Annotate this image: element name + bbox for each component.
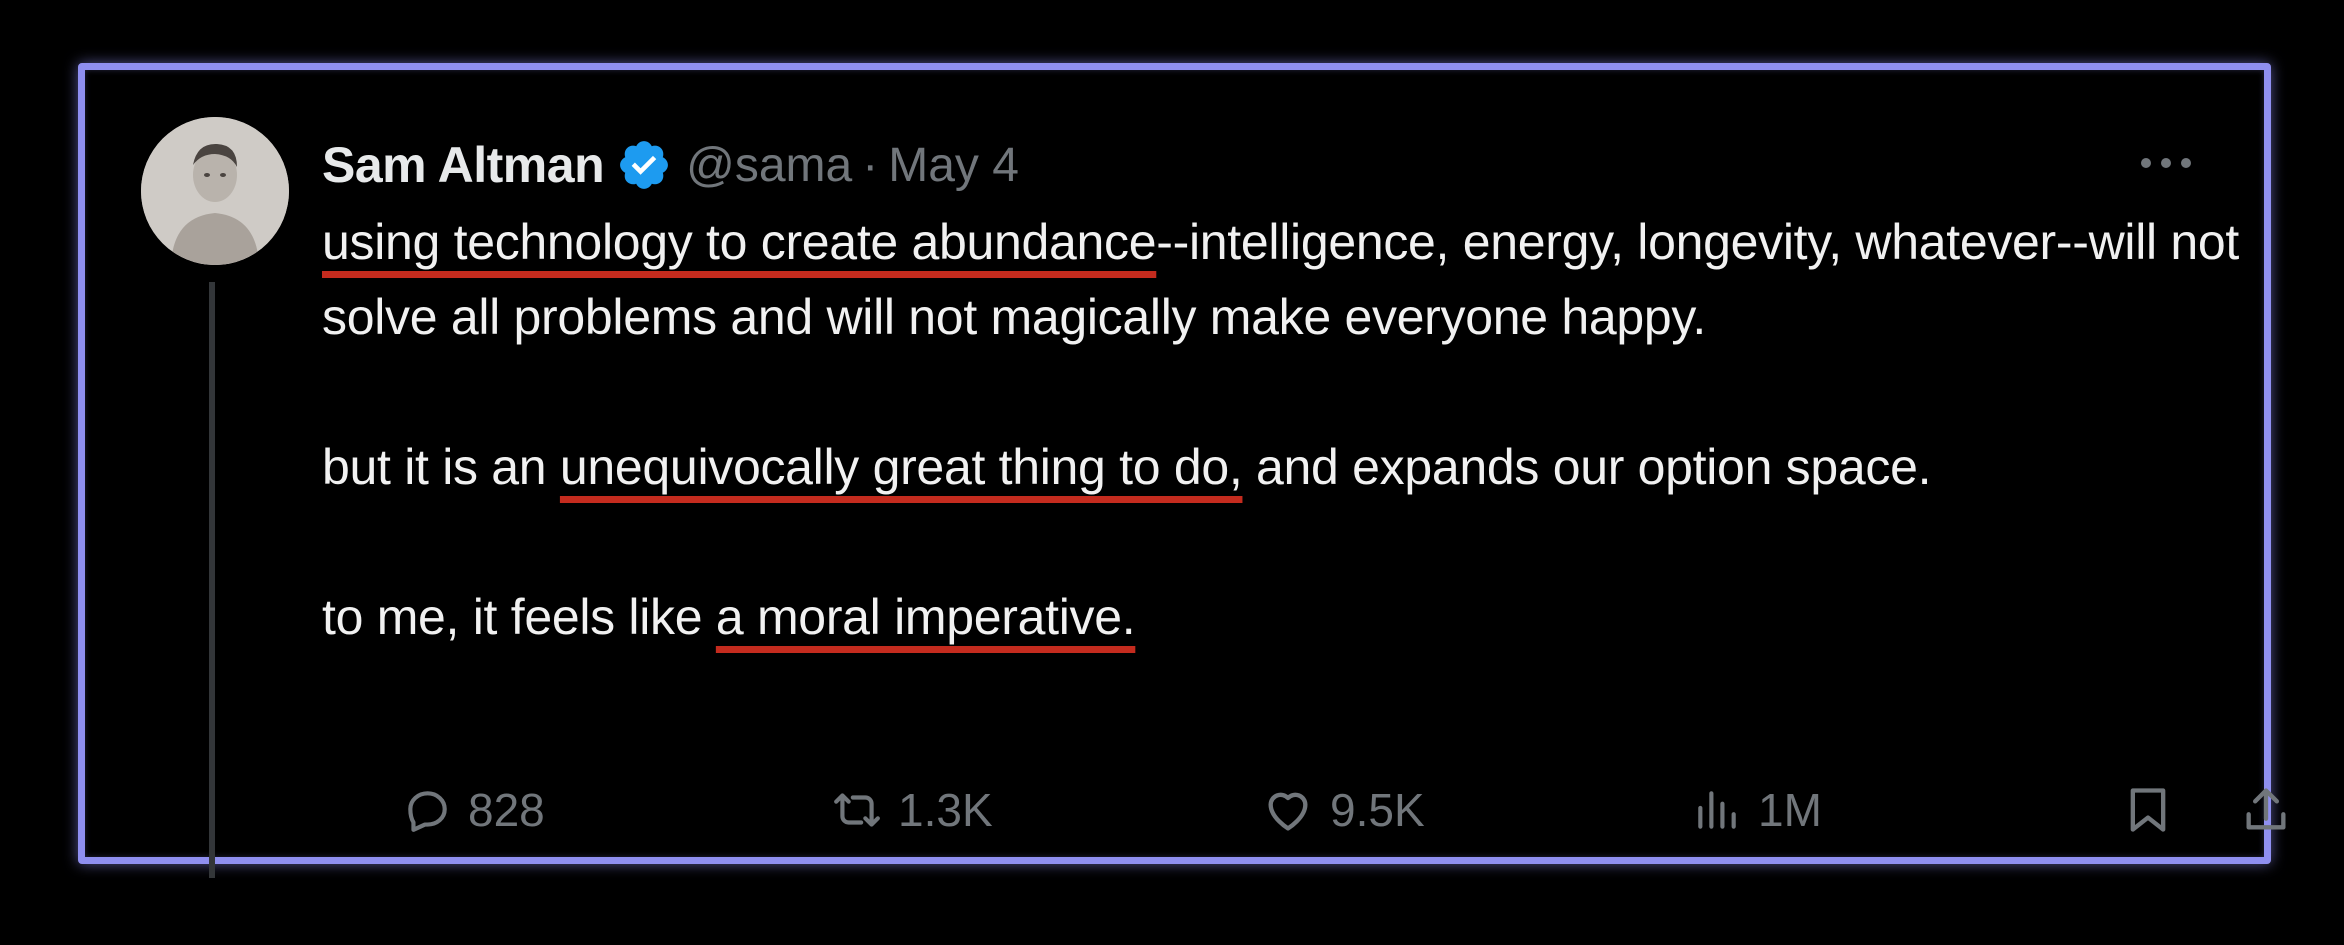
views-count: 1M bbox=[1758, 784, 1822, 836]
reply-button[interactable]: 828 bbox=[402, 770, 545, 850]
author-name[interactable]: Sam Altman bbox=[322, 136, 605, 194]
text-segment: but it is an bbox=[322, 439, 560, 495]
reply-count: 828 bbox=[468, 784, 545, 836]
highlighted-phrase: a moral imperative. bbox=[715, 589, 1136, 645]
reply-icon bbox=[408, 791, 447, 832]
share-icon bbox=[2246, 788, 2286, 830]
post-paragraph: using technology to create abundance--in… bbox=[322, 205, 2282, 355]
author-handle[interactable]: @sama bbox=[686, 138, 852, 193]
highlighted-phrase: using technology to create abundance bbox=[322, 214, 1157, 270]
share-button[interactable] bbox=[2240, 770, 2308, 850]
more-icon[interactable] bbox=[2136, 148, 2196, 178]
repost-count: 1.3K bbox=[898, 784, 993, 836]
post-date[interactable]: May 4 bbox=[888, 138, 1019, 193]
repost-button[interactable]: 1.3K bbox=[832, 770, 993, 850]
post-card[interactable]: Sam Altman @sama · May 4 using technolog… bbox=[78, 63, 2286, 878]
post-text: using technology to create abundance--in… bbox=[322, 205, 2282, 655]
views-icon bbox=[1698, 791, 1736, 829]
thread-line bbox=[209, 282, 215, 878]
post-header: Sam Altman @sama · May 4 bbox=[322, 130, 1019, 200]
highlighted-phrase: unequivocally great thing to do, bbox=[559, 439, 1243, 495]
like-button[interactable]: 9.5K bbox=[1262, 770, 1425, 850]
text-segment: and expands our option space. bbox=[1242, 439, 1932, 495]
like-count: 9.5K bbox=[1330, 784, 1425, 836]
text-segment: to me, it feels like bbox=[322, 589, 716, 645]
post-paragraph: but it is an unequivocally great thing t… bbox=[322, 430, 2282, 505]
avatar[interactable] bbox=[141, 117, 289, 265]
bookmark-icon bbox=[2130, 788, 2166, 832]
heart-icon bbox=[1268, 792, 1308, 831]
bookmark-button[interactable] bbox=[2122, 770, 2190, 850]
views-button[interactable]: 1M bbox=[1692, 770, 1822, 850]
post-paragraph: to me, it feels like a moral imperative. bbox=[322, 580, 2282, 655]
verified-badge-icon[interactable] bbox=[616, 137, 672, 193]
repost-icon bbox=[834, 793, 880, 827]
action-bar: 828 1.3K 9.5K 1M bbox=[322, 770, 2312, 850]
avatar-portrait bbox=[141, 117, 289, 265]
header-separator: · bbox=[862, 138, 879, 192]
